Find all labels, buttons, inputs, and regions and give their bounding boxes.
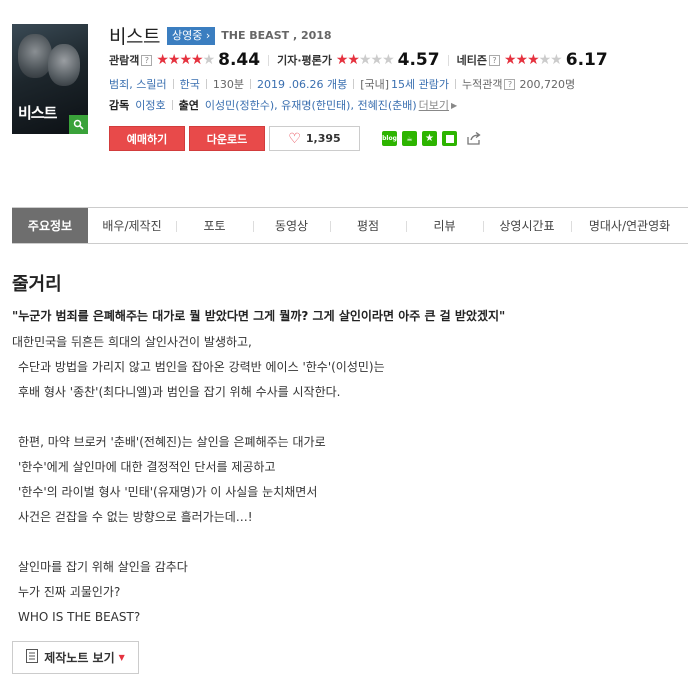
tab-quotes-related[interactable]: 명대사/연관영화	[571, 208, 688, 243]
runtime: 130분	[212, 78, 244, 91]
cast-links[interactable]: 이성민(정한수), 유재명(한민태), 전혜진(춘배)	[205, 97, 417, 113]
english-title: THE BEAST , 2018	[221, 29, 332, 42]
share-icon[interactable]	[466, 131, 481, 146]
rating-score: 6.17	[565, 50, 608, 70]
movie-info-row: 범죄, 스릴러 한국 130분 2019 .06.26 개봉 [국내] 15세 …	[109, 76, 575, 92]
memo-icon[interactable]	[442, 131, 457, 146]
synopsis-line: 사건은 걷잡을 수 없는 방향으로 흘러가는데…!	[18, 510, 253, 524]
bookmark-star-icon[interactable]: ★	[422, 131, 437, 146]
movie-title[interactable]: 비스트	[109, 22, 160, 49]
rating-stars: ★★★★★	[335, 52, 395, 68]
synopsis-line: 후배 형사 '종찬'(최다니엘)과 범인을 잡기 위해 수사를 시작한다.	[18, 385, 341, 399]
synopsis-headline: "누군가 범죄를 은폐해주는 대가로 뭘 받았다면 그게 뭘까? 그게 살인이라…	[12, 309, 506, 323]
rating-label: 기자·평론가	[277, 54, 332, 67]
rating-score: 8.44	[218, 50, 261, 70]
credits-row: 감독 이정호 출연 이성민(정한수), 유재명(한민태), 전혜진(춘배) 더보…	[109, 97, 457, 113]
rating-score: 4.57	[397, 50, 440, 70]
zoom-icon[interactable]	[69, 115, 88, 134]
poster-title: 비스트	[18, 104, 57, 122]
heart-icon: ♡	[288, 130, 301, 147]
country-link[interactable]: 한국	[180, 76, 200, 92]
cast-label: 출연	[178, 99, 199, 112]
tab-main-info[interactable]: 주요정보	[12, 208, 88, 243]
synopsis-line: '한수'의 라이벌 형사 '민태'(유재명)가 이 사실을 눈치채면서	[18, 485, 318, 499]
rating-stars: ★★★★★	[503, 52, 563, 68]
rating-label: 관람객	[109, 54, 140, 67]
share-icons: blog ☕ ★	[382, 131, 486, 146]
like-count: 1,395	[305, 132, 341, 145]
tab-rating[interactable]: 평점	[330, 208, 406, 243]
reserve-button[interactable]: 예매하기	[109, 126, 185, 151]
divider	[353, 79, 355, 89]
rating-audience: 관람객 ? ★★★★★ 8.44	[109, 50, 260, 70]
synopsis-body: 대한민국을 뒤흔든 희대의 살인사건이 발생하고, 수단과 방법을 가리지 않고…	[12, 330, 672, 630]
age-rating-link[interactable]: 15세 관람가	[391, 76, 449, 92]
divider	[249, 79, 251, 89]
tab-showtimes[interactable]: 상영시간표	[483, 208, 571, 243]
director-link[interactable]: 이정호	[135, 97, 165, 113]
rating-critics: 기자·평론가 ★★★★★ 4.57	[277, 50, 440, 70]
synopsis-line: 누가 진짜 괴물인가?	[18, 585, 121, 599]
synopsis-line: '한수'에게 살인마에 대한 결정적인 단서를 제공하고	[18, 460, 276, 474]
rating-netizen: 네티즌 ? ★★★★★ 6.17	[457, 50, 608, 70]
status-badge: 상영중 ›	[166, 26, 216, 45]
movie-poster[interactable]: 비스트	[12, 24, 88, 134]
divider	[268, 54, 270, 66]
synopsis-line: 대한민국을 뒤흔든 희대의 살인사건이 발생하고,	[12, 335, 252, 349]
caret-down-icon: ▼	[118, 653, 125, 662]
synopsis-line: 한편, 마약 브로커 '춘배'(전혜진)는 살인을 은폐해주는 대가로	[18, 435, 326, 449]
document-icon	[26, 649, 39, 666]
rating-label: 네티즌	[456, 54, 487, 67]
tab-bar: 주요정보 배우/제작진 포토 동영상 평점 리뷰 상영시간표 명대사/연관영화	[12, 207, 688, 244]
action-buttons: 예매하기 다운로드 ♡ 1,395 blog ☕ ★	[109, 126, 486, 151]
more-cast-link[interactable]: 더보기	[419, 97, 449, 113]
cafe-icon[interactable]: ☕	[402, 131, 417, 146]
download-button[interactable]: 다운로드	[189, 126, 265, 151]
rating-prefix: [국내]	[360, 78, 390, 91]
genre-link[interactable]: 범죄, 스릴러	[109, 76, 167, 92]
release-date-link[interactable]: 2019 .06.26 개봉	[257, 76, 347, 92]
like-button[interactable]: ♡ 1,395	[269, 126, 360, 151]
director-label: 감독	[109, 99, 130, 112]
ratings-row: 관람객 ? ★★★★★ 8.44 기자·평론가 ★★★★★ 4.57 네티즌 ?…	[109, 50, 608, 70]
synopsis-line: 수단과 방법을 가리지 않고 범인을 잡아온 강력반 에이스 '한수'(이성민)…	[18, 360, 385, 374]
poster-figure	[48, 44, 80, 86]
tab-photo[interactable]: 포토	[176, 208, 253, 243]
synopsis-line: 살인마를 잡기 위해 살인을 감추다	[18, 560, 188, 574]
divider	[447, 54, 449, 66]
audience-count: 200,720명	[519, 78, 576, 91]
audience-label: 누적관객	[462, 78, 503, 91]
production-note-button[interactable]: 제작노트 보기 ▼	[12, 641, 139, 674]
help-icon[interactable]: ?	[141, 54, 153, 66]
chevron-right-icon: ▶	[451, 100, 458, 110]
blog-icon[interactable]: blog	[382, 131, 397, 146]
help-icon[interactable]: ?	[488, 54, 500, 66]
divider	[455, 79, 456, 89]
divider	[171, 100, 173, 110]
tab-video[interactable]: 동영상	[253, 208, 330, 243]
poster-figure	[18, 34, 52, 78]
divider	[172, 79, 174, 89]
section-title: 줄거리	[12, 274, 62, 295]
synopsis-line: WHO IS THE BEAST?	[18, 610, 141, 624]
tab-review[interactable]: 리뷰	[406, 208, 483, 243]
production-note-label: 제작노트 보기	[44, 651, 115, 665]
divider	[205, 79, 207, 89]
tab-cast-crew[interactable]: 배우/제작진	[88, 208, 176, 243]
rating-stars: ★★★★★	[156, 52, 215, 68]
title-row: 비스트 상영중 › THE BEAST , 2018	[109, 22, 332, 49]
help-icon[interactable]: ?	[504, 78, 516, 90]
